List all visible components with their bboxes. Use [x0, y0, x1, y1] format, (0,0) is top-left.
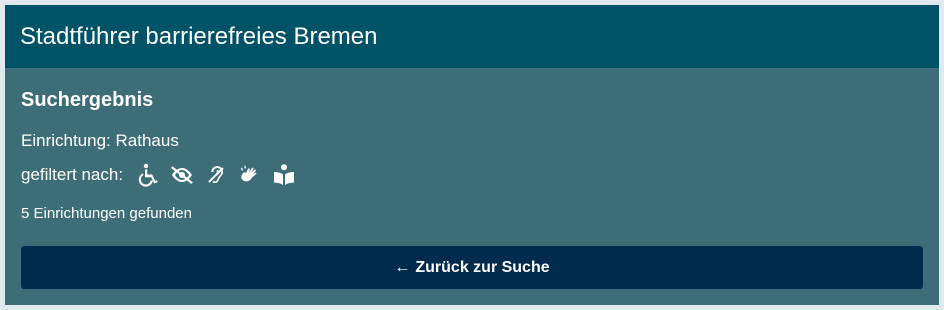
hearing-impaired-icon: [203, 162, 229, 188]
filter-row: gefiltert nach:: [21, 162, 923, 188]
app-frame: Stadtführer barrierefreies Bremen Sucher…: [5, 5, 939, 305]
page-title: Suchergebnis: [21, 89, 154, 111]
app-title: Stadtführer barrierefreies Bremen: [20, 22, 378, 50]
easy-reading-icon: [271, 162, 297, 188]
sign-language-icon: [237, 162, 263, 188]
low-vision-icon: [169, 162, 195, 188]
search-result-panel: Suchergebnis Einrichtung: Rathaus gefilt…: [5, 68, 939, 224]
facility-label: Einrichtung: Rathaus: [21, 131, 179, 150]
wheelchair-icon: [135, 162, 161, 188]
app-header: Stadtführer barrierefreies Bremen: [5, 5, 939, 68]
filter-label: gefiltert nach:: [21, 165, 124, 184]
arrow-left-icon: ←: [394, 258, 411, 276]
back-button-label: Zurück zur Suche: [415, 258, 550, 276]
result-count: 5 Einrichtungen gefunden: [21, 205, 192, 222]
back-to-search-button[interactable]: ← Zurück zur Suche: [21, 246, 923, 289]
